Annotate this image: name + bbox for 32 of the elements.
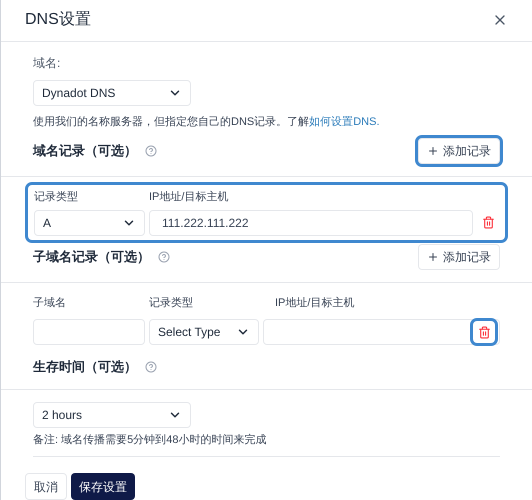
ip-address-field[interactable]: 111.222.111.222 bbox=[149, 210, 473, 236]
cancel-button[interactable]: 取消 bbox=[25, 473, 67, 500]
help-icon bbox=[158, 250, 170, 262]
help-text: 使用我们的名称服务器，但指定您自己的DNS记录。了解如何设置DNS. bbox=[33, 114, 381, 130]
section-heading: 域名记录（可选） bbox=[33, 142, 137, 160]
column-label: 记录类型 bbox=[34, 190, 79, 205]
trash-icon bbox=[482, 216, 494, 229]
section-heading: 生存时间（可选） bbox=[33, 358, 137, 376]
save-button[interactable]: 保存设置 bbox=[71, 473, 135, 500]
plus-icon bbox=[427, 145, 439, 157]
add-record-button[interactable]: 添加记录 bbox=[418, 244, 500, 270]
section-heading: 子域名记录（可选） bbox=[33, 248, 150, 266]
field-label: 域名: bbox=[33, 54, 62, 72]
ip-address-field[interactable] bbox=[263, 319, 500, 345]
add-record-button[interactable]: 添加记录 bbox=[418, 138, 500, 164]
column-label: 子域名 bbox=[33, 296, 67, 310]
record-type-select[interactable]: A bbox=[34, 210, 145, 236]
record-type-select[interactable]: Select Type bbox=[149, 319, 259, 345]
trash-icon bbox=[478, 326, 490, 338]
help-link[interactable]: 如何设置DNS. bbox=[309, 116, 380, 128]
column-label: IP地址/目标主机 bbox=[275, 296, 354, 310]
help-icon bbox=[145, 145, 157, 157]
ttl-select[interactable]: 2 hours bbox=[33, 402, 191, 428]
delete-button[interactable] bbox=[473, 321, 495, 343]
note-text: 备注: 域名传播需要5分钟到48小时的时间来完成 bbox=[33, 432, 500, 457]
subdomain-field[interactable] bbox=[33, 319, 145, 345]
plus-icon bbox=[427, 250, 439, 262]
column-label: 记录类型 bbox=[149, 296, 194, 310]
column-label: IP地址/目标主机 bbox=[149, 190, 228, 205]
help-icon bbox=[145, 360, 157, 373]
dialog-title: DNS设置 bbox=[25, 10, 91, 30]
dns-type-select[interactable]: Dynadot DNS bbox=[33, 80, 191, 106]
